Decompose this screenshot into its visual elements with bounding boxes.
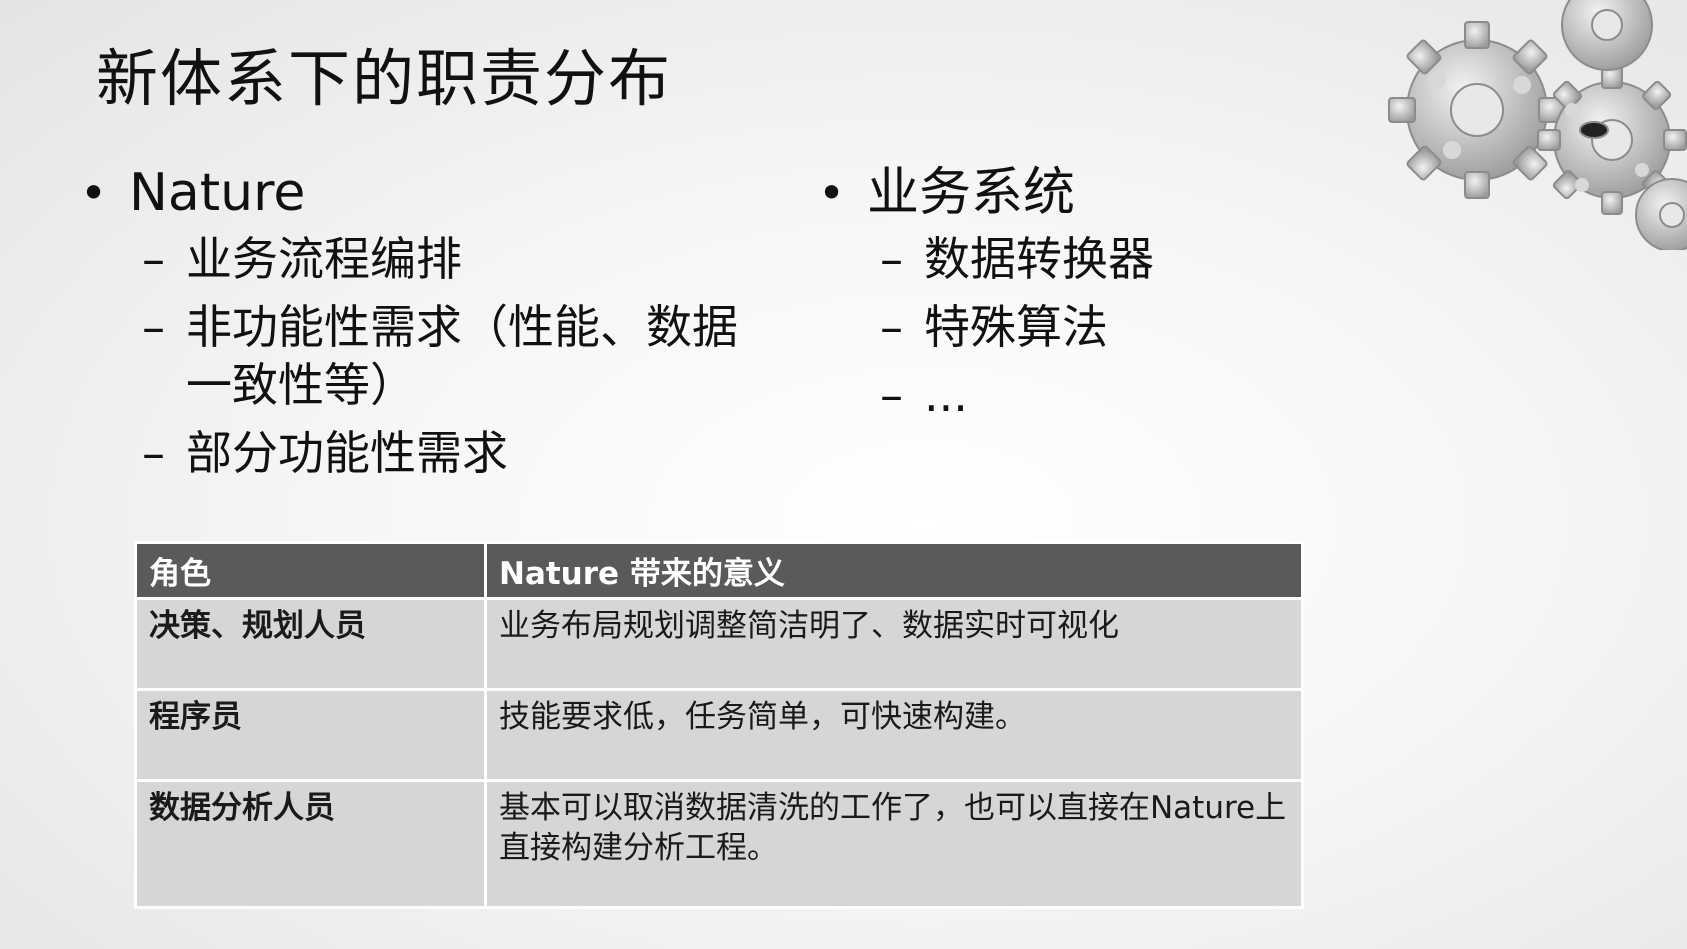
meaning-cell: 业务布局规划调整简洁明了、数据实时可视化 [484, 597, 1304, 691]
meaning-cell: 基本可以取消数据清洗的工作了，也可以直接在Nature上直接构建分析工程。 [484, 779, 1304, 909]
sub-item: – 非功能性需求（性能、数据一致性等） [142, 298, 780, 414]
right-column: • 业务系统 – 数据转换器 – 特殊算法 – ... [818, 158, 1278, 434]
sub-item-text: 数据转换器 [924, 232, 1154, 286]
bullet-nature: • Nature [80, 158, 780, 228]
bullet-dot: • [818, 166, 846, 220]
sub-item-dash: – [142, 426, 165, 480]
header-role: 角色 [134, 541, 487, 600]
roles-table: 角色 Nature 带来的意义 决策、规划人员 业务布局规划调整简洁明了、数据实… [134, 541, 1304, 909]
sub-item-dash: – [142, 300, 165, 354]
sub-item: – 业务流程编排 [142, 230, 780, 288]
meaning-cell: 技能要求低，任务简单，可快速构建。 [484, 688, 1304, 782]
sub-item: – ... [880, 366, 1278, 424]
gears-icon [1388, 0, 1687, 250]
sub-item-text: ... [924, 368, 968, 422]
sub-item: – 特殊算法 [880, 298, 1278, 356]
table-row: 决策、规划人员 业务布局规划调整简洁明了、数据实时可视化 [134, 597, 1304, 691]
bullet-business-system: • 业务系统 [818, 158, 1278, 228]
sub-item-text: 特殊算法 [924, 300, 1108, 354]
slide: 新体系下的职责分布 • Nature – 业务流程编排 – 非功能性需求（性能、… [0, 0, 1687, 949]
sub-item-dash: – [880, 368, 903, 422]
role-cell: 程序员 [134, 688, 487, 782]
bullet-label: Nature [129, 163, 306, 223]
left-column: • Nature – 业务流程编排 – 非功能性需求（性能、数据一致性等） – … [80, 158, 780, 492]
sub-item-dash: – [142, 232, 165, 286]
sub-item-dash: – [880, 232, 903, 286]
sub-item: – 数据转换器 [880, 230, 1278, 288]
role-cell: 决策、规划人员 [134, 597, 487, 691]
sub-item: – 部分功能性需求 [142, 424, 780, 482]
table-row: 数据分析人员 基本可以取消数据清洗的工作了，也可以直接在Nature上直接构建分… [134, 779, 1304, 909]
header-meaning: Nature 带来的意义 [484, 541, 1304, 600]
sub-item-text: 部分功能性需求 [186, 426, 508, 480]
table-row: 程序员 技能要求低，任务简单，可快速构建。 [134, 688, 1304, 782]
role-cell: 数据分析人员 [134, 779, 487, 909]
sub-item-text: 业务流程编排 [186, 232, 462, 286]
bullet-dot: • [80, 166, 108, 220]
sub-item-dash: – [880, 300, 903, 354]
bullet-label: 业务系统 [867, 163, 1076, 223]
sub-item-text: 非功能性需求（性能、数据一致性等） [186, 300, 738, 412]
slide-title: 新体系下的职责分布 [96, 42, 673, 115]
table-header-row: 角色 Nature 带来的意义 [134, 541, 1304, 600]
